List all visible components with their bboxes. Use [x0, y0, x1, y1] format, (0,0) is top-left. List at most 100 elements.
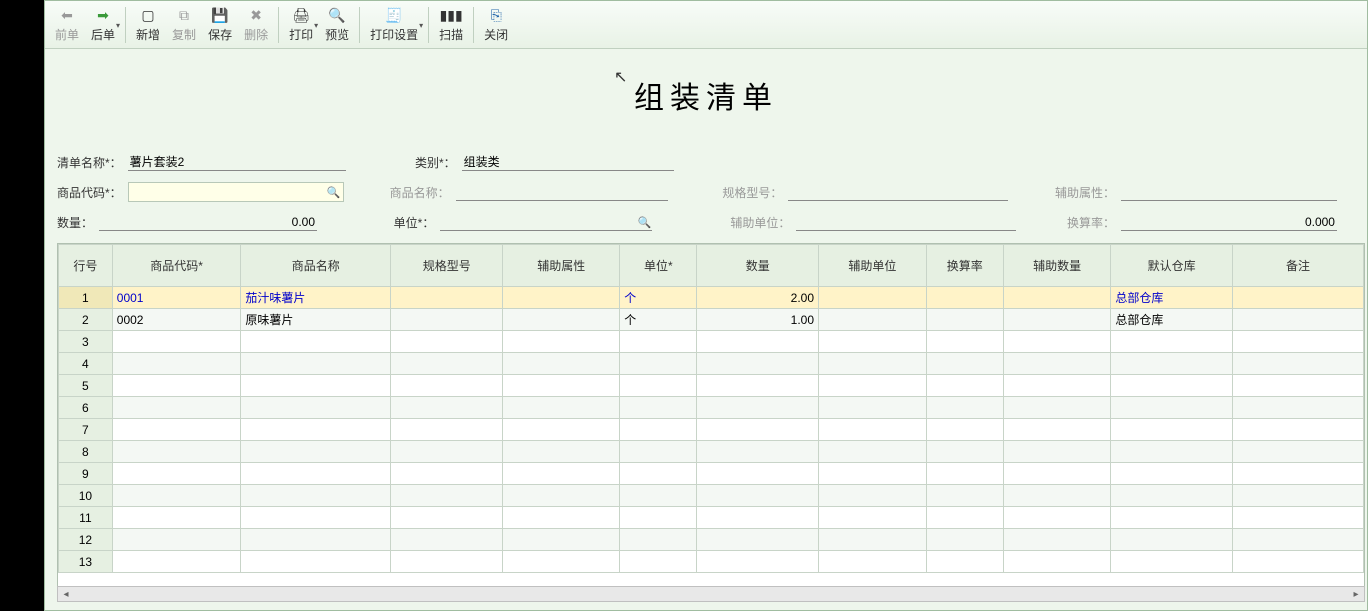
cell-col-rate[interactable]	[926, 353, 1003, 375]
delete-button[interactable]: ✖ 删除	[238, 3, 274, 47]
col-rate[interactable]: 换算率	[926, 245, 1003, 287]
cell-col-code[interactable]	[112, 397, 241, 419]
table-row[interactable]: 3	[59, 331, 1364, 353]
cell-col-unit[interactable]	[620, 507, 697, 529]
cell-col-rate[interactable]	[926, 287, 1003, 309]
cell-col-aux[interactable]	[503, 551, 620, 573]
table-row[interactable]: 20002原味薯片个1.00总部仓库	[59, 309, 1364, 331]
cell-rownum[interactable]: 3	[59, 331, 113, 353]
cell-col-auxunit[interactable]	[819, 551, 927, 573]
cell-col-unit[interactable]	[620, 353, 697, 375]
cell-col-qty[interactable]: 1.00	[697, 309, 819, 331]
list-name-input[interactable]	[128, 153, 346, 171]
data-grid[interactable]: 行号 商品代码* 商品名称 规格型号 辅助属性 单位* 数量 辅助单位 换算率 …	[57, 243, 1365, 593]
col-remark[interactable]: 备注	[1232, 245, 1363, 287]
cell-col-unit[interactable]	[620, 331, 697, 353]
product-code-input[interactable]	[128, 182, 344, 202]
cell-col-spec[interactable]	[391, 441, 503, 463]
cell-col-name[interactable]	[241, 551, 391, 573]
cell-col-qty[interactable]	[697, 419, 819, 441]
cell-col-remark[interactable]	[1232, 419, 1363, 441]
cell-rownum[interactable]: 6	[59, 397, 113, 419]
cell-col-wh[interactable]	[1111, 463, 1233, 485]
col-wh[interactable]: 默认仓库	[1111, 245, 1233, 287]
table-row[interactable]: 7	[59, 419, 1364, 441]
cell-col-qty[interactable]	[697, 331, 819, 353]
cell-col-auxqty[interactable]	[1003, 441, 1111, 463]
cell-col-code[interactable]	[112, 507, 241, 529]
cell-col-wh[interactable]	[1111, 529, 1233, 551]
cell-rownum[interactable]: 7	[59, 419, 113, 441]
lookup-icon[interactable]: 🔍	[636, 214, 652, 230]
cell-rownum[interactable]: 10	[59, 485, 113, 507]
cell-col-name[interactable]	[241, 441, 391, 463]
cell-col-rate[interactable]	[926, 441, 1003, 463]
cell-col-unit[interactable]	[620, 529, 697, 551]
col-aux[interactable]: 辅助属性	[503, 245, 620, 287]
col-auxunit[interactable]: 辅助单位	[819, 245, 927, 287]
cell-col-qty[interactable]	[697, 507, 819, 529]
cell-col-wh[interactable]	[1111, 551, 1233, 573]
cell-col-wh[interactable]	[1111, 441, 1233, 463]
print-button[interactable]: 🖨 打印 ▾	[283, 3, 319, 47]
table-row[interactable]: 4	[59, 353, 1364, 375]
close-button[interactable]: ⎘ 关闭	[478, 3, 514, 47]
cell-col-auxunit[interactable]	[819, 507, 927, 529]
aux-unit-input[interactable]	[796, 213, 1016, 231]
cell-col-auxqty[interactable]	[1003, 375, 1111, 397]
cell-col-wh[interactable]	[1111, 331, 1233, 353]
product-name-input[interactable]	[456, 183, 668, 201]
cell-col-wh[interactable]: 总部仓库	[1111, 309, 1233, 331]
cell-col-code[interactable]: 0001	[112, 287, 241, 309]
cell-col-code[interactable]	[112, 441, 241, 463]
cell-rownum[interactable]: 9	[59, 463, 113, 485]
cell-col-name[interactable]	[241, 375, 391, 397]
cell-col-spec[interactable]	[391, 331, 503, 353]
cell-col-spec[interactable]	[391, 397, 503, 419]
table-row[interactable]: 9	[59, 463, 1364, 485]
cell-col-unit[interactable]: 个	[620, 309, 697, 331]
cell-col-aux[interactable]	[503, 529, 620, 551]
cell-col-auxqty[interactable]	[1003, 551, 1111, 573]
cell-col-unit[interactable]	[620, 375, 697, 397]
cell-col-qty[interactable]	[697, 529, 819, 551]
cell-col-auxqty[interactable]	[1003, 507, 1111, 529]
save-button[interactable]: 💾 保存	[202, 3, 238, 47]
cell-col-rate[interactable]	[926, 375, 1003, 397]
lookup-icon[interactable]: 🔍	[326, 184, 342, 200]
cell-col-unit[interactable]	[620, 419, 697, 441]
cell-col-unit[interactable]	[620, 463, 697, 485]
aux-attr-input[interactable]	[1121, 183, 1337, 201]
cell-col-auxqty[interactable]	[1003, 397, 1111, 419]
cell-col-name[interactable]	[241, 507, 391, 529]
table-row[interactable]: 8	[59, 441, 1364, 463]
cell-col-qty[interactable]	[697, 485, 819, 507]
qty-input[interactable]	[99, 213, 317, 231]
cell-col-wh[interactable]	[1111, 485, 1233, 507]
table-row[interactable]: 10	[59, 485, 1364, 507]
col-unit[interactable]: 单位*	[620, 245, 697, 287]
cell-col-aux[interactable]	[503, 287, 620, 309]
cell-col-wh[interactable]	[1111, 419, 1233, 441]
cell-col-spec[interactable]	[391, 309, 503, 331]
cell-col-spec[interactable]	[391, 529, 503, 551]
table-row[interactable]: 6	[59, 397, 1364, 419]
cell-col-auxqty[interactable]	[1003, 463, 1111, 485]
cell-col-remark[interactable]	[1232, 507, 1363, 529]
cell-col-name[interactable]	[241, 331, 391, 353]
cell-col-wh[interactable]	[1111, 507, 1233, 529]
cell-rownum[interactable]: 12	[59, 529, 113, 551]
cell-col-aux[interactable]	[503, 463, 620, 485]
prev-record-button[interactable]: ⬅ 前单	[49, 3, 85, 47]
next-record-button[interactable]: ➡ 后单 ▾	[85, 3, 121, 47]
cell-col-rate[interactable]	[926, 309, 1003, 331]
cell-col-code[interactable]	[112, 331, 241, 353]
cell-col-aux[interactable]	[503, 507, 620, 529]
cell-col-qty[interactable]	[697, 463, 819, 485]
cell-col-name[interactable]	[241, 529, 391, 551]
cell-col-wh[interactable]: 总部仓库	[1111, 287, 1233, 309]
cell-col-unit[interactable]	[620, 441, 697, 463]
cell-col-auxqty[interactable]	[1003, 485, 1111, 507]
cell-col-wh[interactable]	[1111, 353, 1233, 375]
cell-col-code[interactable]	[112, 551, 241, 573]
